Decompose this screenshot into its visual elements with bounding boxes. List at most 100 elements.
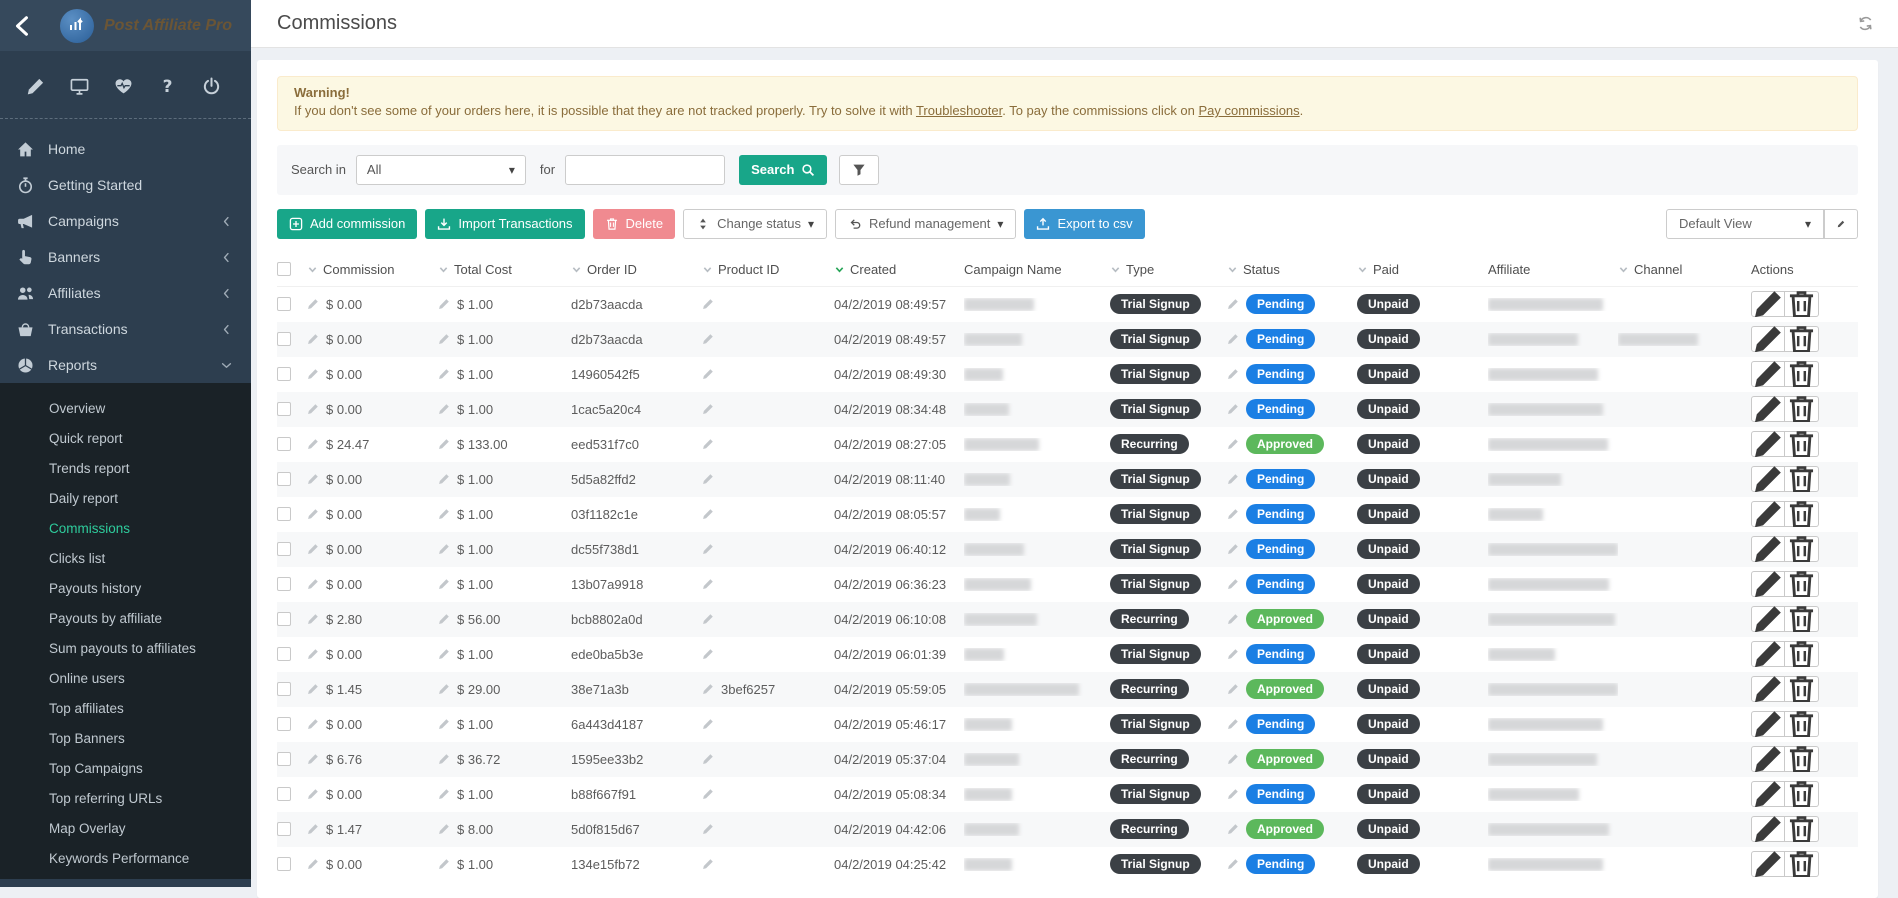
pay-commissions-link[interactable]: Pay commissions: [1199, 103, 1300, 118]
sidebar-item-banners[interactable]: Banners: [0, 239, 251, 275]
delete-row-button[interactable]: [1785, 641, 1819, 667]
edit-row-button[interactable]: [1751, 641, 1785, 667]
delete-row-button[interactable]: [1785, 361, 1819, 387]
edit-status-icon[interactable]: [1227, 333, 1239, 345]
delete-row-button[interactable]: [1785, 676, 1819, 702]
delete-row-button[interactable]: [1785, 571, 1819, 597]
edit-total-cost-icon[interactable]: [438, 438, 450, 450]
export-csv-button[interactable]: Export to csv: [1024, 209, 1144, 239]
edit-product-id-icon[interactable]: [702, 438, 714, 450]
edit-row-button[interactable]: [1751, 431, 1785, 457]
row-checkbox[interactable]: [277, 752, 291, 766]
edit-total-cost-icon[interactable]: [438, 403, 450, 415]
edit-status-icon[interactable]: [1227, 788, 1239, 800]
sidebar-item-getting-started[interactable]: Getting Started: [0, 167, 251, 203]
delete-button[interactable]: Delete: [593, 209, 676, 239]
view-select[interactable]: Default View ▾: [1666, 209, 1824, 239]
edit-commission-icon[interactable]: [307, 613, 319, 625]
edit-status-icon[interactable]: [1227, 858, 1239, 870]
delete-row-button[interactable]: [1785, 326, 1819, 352]
edit-product-id-icon[interactable]: [702, 543, 714, 555]
edit-total-cost-icon[interactable]: [438, 543, 450, 555]
sidebar-subitem-clicks-list[interactable]: Clicks list: [0, 543, 251, 573]
edit-product-id-icon[interactable]: [702, 788, 714, 800]
column-header-order-id[interactable]: Order ID: [571, 262, 702, 277]
sidebar-subitem-map-overlay[interactable]: Map Overlay: [0, 813, 251, 843]
sidebar-subitem-quick-report[interactable]: Quick report: [0, 423, 251, 453]
sidebar-subitem-keywords-performance[interactable]: Keywords Performance: [0, 843, 251, 873]
sidebar-subitem-online-users[interactable]: Online users: [0, 663, 251, 693]
sidebar-subitem-top-campaigns[interactable]: Top Campaigns: [0, 753, 251, 783]
heartbeat-icon[interactable]: [114, 77, 133, 96]
sidebar-subitem-payouts-history[interactable]: Payouts history: [0, 573, 251, 603]
edit-commission-icon[interactable]: [307, 368, 319, 380]
edit-row-button[interactable]: [1751, 501, 1785, 527]
search-input[interactable]: [565, 155, 725, 185]
delete-row-button[interactable]: [1785, 746, 1819, 772]
edit-total-cost-icon[interactable]: [438, 613, 450, 625]
row-checkbox[interactable]: [277, 367, 291, 381]
edit-product-id-icon[interactable]: [702, 333, 714, 345]
edit-commission-icon[interactable]: [307, 473, 319, 485]
edit-total-cost-icon[interactable]: [438, 753, 450, 765]
edit-row-button[interactable]: [1751, 711, 1785, 737]
edit-commission-icon[interactable]: [307, 788, 319, 800]
edit-product-id-icon[interactable]: [702, 613, 714, 625]
column-header-affiliate[interactable]: Affiliate: [1488, 262, 1618, 277]
edit-row-button[interactable]: [1751, 291, 1785, 317]
edit-total-cost-icon[interactable]: [438, 858, 450, 870]
edit-commission-icon[interactable]: [307, 823, 319, 835]
row-checkbox[interactable]: [277, 647, 291, 661]
sidebar-subitem-top-banners[interactable]: Top Banners: [0, 723, 251, 753]
edit-product-id-icon[interactable]: [702, 298, 714, 310]
sidebar-subitem-overview[interactable]: Overview: [0, 393, 251, 423]
troubleshooter-link[interactable]: Troubleshooter: [916, 103, 1002, 118]
refund-management-button[interactable]: Refund management ▾: [835, 209, 1016, 239]
search-button[interactable]: Search: [739, 155, 827, 185]
edit-row-button[interactable]: [1751, 781, 1785, 807]
edit-commission-icon[interactable]: [307, 648, 319, 660]
sidebar-subitem-payouts-by-affiliate[interactable]: Payouts by affiliate: [0, 603, 251, 633]
row-checkbox[interactable]: [277, 577, 291, 591]
edit-row-button[interactable]: [1751, 746, 1785, 772]
edit-total-cost-icon[interactable]: [438, 788, 450, 800]
monitor-icon[interactable]: [70, 77, 89, 96]
edit-total-cost-icon[interactable]: [438, 683, 450, 695]
delete-row-button[interactable]: [1785, 606, 1819, 632]
row-checkbox[interactable]: [277, 472, 291, 486]
change-status-button[interactable]: Change status ▾: [683, 209, 827, 239]
column-header-campaign-name[interactable]: Campaign Name: [964, 262, 1110, 277]
row-checkbox[interactable]: [277, 612, 291, 626]
sidebar-subitem-commissions[interactable]: Commissions: [0, 513, 251, 543]
edit-status-icon[interactable]: [1227, 298, 1239, 310]
edit-total-cost-icon[interactable]: [438, 298, 450, 310]
edit-row-button[interactable]: [1751, 396, 1785, 422]
delete-row-button[interactable]: [1785, 711, 1819, 737]
collapse-sidebar-icon[interactable]: [12, 15, 34, 37]
sidebar-subitem-trends-report[interactable]: Trends report: [0, 453, 251, 483]
edit-status-icon[interactable]: [1227, 473, 1239, 485]
edit-row-button[interactable]: [1751, 571, 1785, 597]
help-icon[interactable]: ?: [158, 77, 177, 96]
edit-row-button[interactable]: [1751, 606, 1785, 632]
edit-product-id-icon[interactable]: [702, 753, 714, 765]
delete-row-button[interactable]: [1785, 501, 1819, 527]
sidebar-item-campaigns[interactable]: Campaigns: [0, 203, 251, 239]
edit-product-id-icon[interactable]: [702, 823, 714, 835]
row-checkbox[interactable]: [277, 717, 291, 731]
edit-total-cost-icon[interactable]: [438, 578, 450, 590]
delete-row-button[interactable]: [1785, 781, 1819, 807]
edit-commission-icon[interactable]: [307, 508, 319, 520]
delete-row-button[interactable]: [1785, 851, 1819, 877]
edit-commission-icon[interactable]: [307, 438, 319, 450]
row-checkbox[interactable]: [277, 402, 291, 416]
edit-total-cost-icon[interactable]: [438, 648, 450, 660]
edit-product-id-icon[interactable]: [702, 683, 714, 695]
sidebar-subitem-top-referring-urls[interactable]: Top referring URLs: [0, 783, 251, 813]
edit-row-button[interactable]: [1751, 361, 1785, 387]
edit-commission-icon[interactable]: [307, 578, 319, 590]
edit-row-button[interactable]: [1751, 466, 1785, 492]
pencil-icon[interactable]: [26, 77, 45, 96]
sidebar-subitem-top-affiliates[interactable]: Top affiliates: [0, 693, 251, 723]
column-header-type[interactable]: Type: [1110, 262, 1227, 277]
